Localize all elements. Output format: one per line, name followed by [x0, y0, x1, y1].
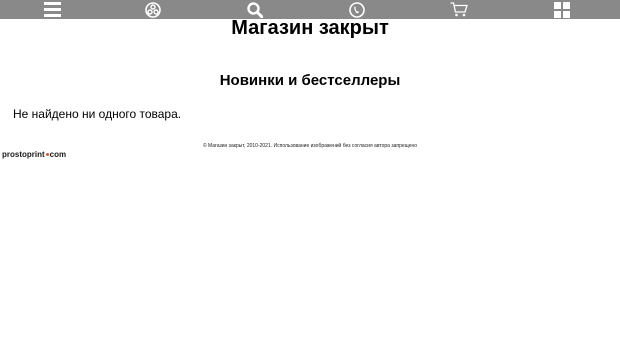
copyright-text: © Магазин закрыт, 2010-2021. Использован…: [202, 143, 418, 149]
search-icon: [247, 1, 263, 18]
brand-dot: [45, 153, 49, 156]
shop-title: Магазин закрыт: [231, 17, 389, 39]
brand-logo-link[interactable]: prostoprint com: [2, 150, 66, 159]
cart-icon: [450, 2, 468, 17]
section-title: Новинки и бестселлеры: [219, 72, 401, 89]
categories-icon: [145, 1, 161, 18]
brand-name-part: prostoprint: [2, 150, 45, 159]
phone-icon: [349, 1, 365, 18]
menu-icon: [43, 2, 61, 17]
brand-domain-part: com: [49, 150, 67, 159]
grid-icon: [554, 1, 570, 18]
empty-products-message: Не найдено ни одного товара.: [13, 107, 182, 121]
